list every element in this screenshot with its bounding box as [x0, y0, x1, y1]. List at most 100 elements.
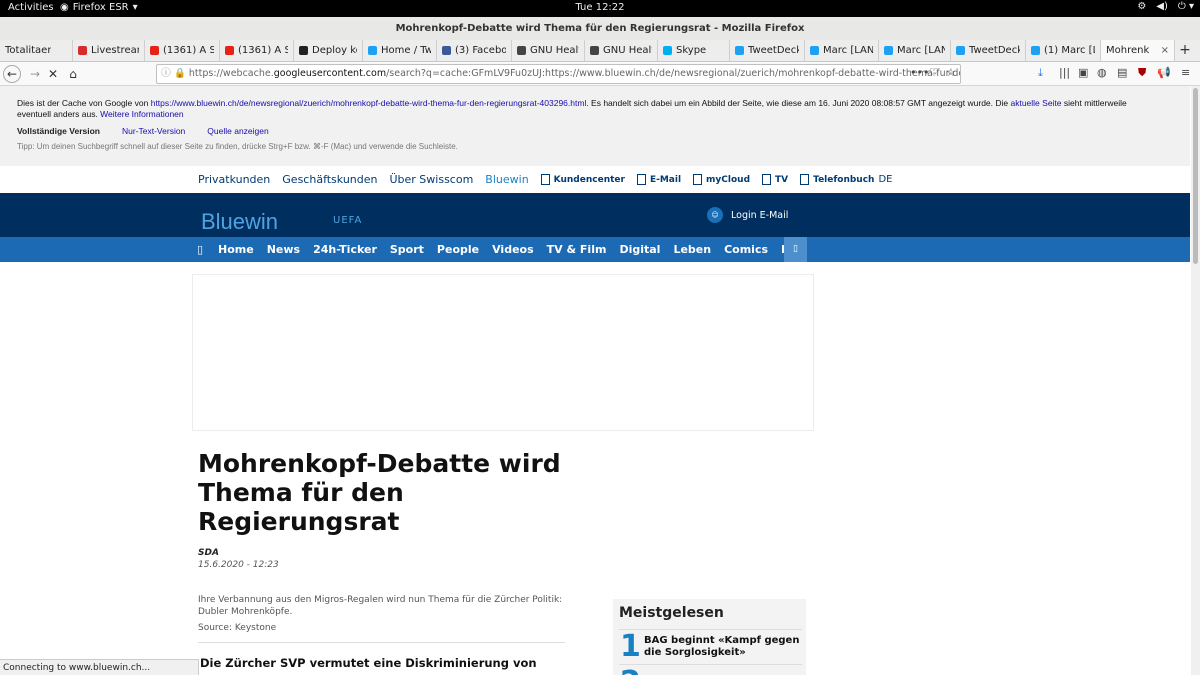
link-email[interactable]: E-Mail [636, 174, 682, 185]
new-tab-button[interactable]: + [1175, 40, 1195, 61]
nav-people[interactable]: People [437, 243, 479, 256]
broken-image-icon [636, 174, 646, 185]
browser-tab[interactable]: Totalitaer [0, 40, 73, 61]
most-read-text: BAG beginnt «Kampf gegen die Sorglosigke… [644, 635, 800, 658]
skype-icon [663, 46, 672, 55]
nav-sport[interactable]: Sport [390, 243, 424, 256]
link-telefonbuch[interactable]: Telefonbuch DE [800, 174, 893, 185]
browser-tab[interactable]: Marc [LAN [879, 40, 951, 61]
link-ueber-swisscom[interactable]: Über Swisscom [389, 173, 473, 186]
bookmark-star-icon[interactable]: ☆ [946, 66, 956, 79]
link-mycloud[interactable]: myCloud [693, 174, 750, 185]
most-read-rank: 1 [620, 629, 641, 664]
link-tv[interactable]: TV [762, 174, 788, 185]
scrollbar-thumb[interactable] [1193, 88, 1198, 264]
download-icon[interactable]: ⤓ [1038, 66, 1043, 80]
current-page-link[interactable]: aktuelle Seite [1010, 98, 1061, 108]
nav-home[interactable]: Home [218, 243, 254, 256]
browser-tab[interactable]: (1) Marc [LA [1026, 40, 1101, 61]
scrollbar[interactable] [1191, 86, 1200, 675]
tab-label: TweetDeck [969, 45, 1020, 56]
ublock-icon[interactable]: ⛊ [1138, 66, 1146, 80]
home-icon[interactable]: ⌂ [64, 65, 82, 83]
extension-icon[interactable]: ▤ [1117, 66, 1127, 79]
cache-notice: Dies ist der Cache von Google von https:… [17, 98, 1157, 120]
ad-placeholder [192, 274, 814, 431]
cached-url-link[interactable]: https://www.bluewin.ch/de/newsregional/z… [151, 98, 587, 108]
tab-label: Skype [676, 45, 707, 56]
nav-leben[interactable]: Leben [673, 243, 711, 256]
browser-tab[interactable]: TweetDeck [951, 40, 1026, 61]
login-email-button[interactable]: ☺ Login E-Mail [707, 207, 788, 223]
browser-tab[interactable]: Home / Twi [363, 40, 437, 61]
browser-tab[interactable]: Skype [658, 40, 730, 61]
browser-tab[interactable]: (1361) A Sta [220, 40, 294, 61]
bluewin-logo[interactable]: Bluewin [201, 209, 278, 237]
browser-tab[interactable]: (1361) A Sta [145, 40, 220, 61]
tab-label: Marc [LAN [897, 45, 945, 56]
tab-label: GNU Healt [603, 45, 652, 56]
url-bar[interactable]: ⓘ 🔒 https://webcache.googleusercontent.co… [156, 64, 961, 84]
sidebar-icon[interactable]: ▣ [1078, 66, 1088, 79]
nav-digital[interactable]: Digital [619, 243, 660, 256]
nav-news[interactable]: News [267, 243, 300, 256]
browser-tab[interactable]: GNU Healt [512, 40, 585, 61]
browser-tab[interactable]: (3) Faceboo [437, 40, 512, 61]
brand-subnav[interactable]: UEFA [333, 215, 362, 231]
window-title: Mohrenkopf-Debatte wird Thema für den Re… [0, 17, 1200, 41]
library-icon[interactable]: ||| [1059, 66, 1070, 79]
tweetdeck-icon [735, 46, 744, 55]
stop-button[interactable]: ✕ [44, 65, 62, 83]
nav-videos[interactable]: Videos [492, 243, 534, 256]
link-privatkunden[interactable]: Privatkunden [198, 173, 270, 186]
close-tab-icon[interactable]: × [1161, 45, 1169, 56]
link-bluewin[interactable]: Bluewin [485, 173, 528, 186]
system-tray[interactable]: ⚙ ◀) ⏻ ▾ [1137, 1, 1194, 12]
link-kundencenter[interactable]: Kundencenter [540, 174, 625, 185]
login-label: Login E-Mail [731, 209, 789, 221]
browser-tab[interactable]: Mohrenk × [1101, 40, 1175, 61]
search-icon[interactable]: ▯ [784, 237, 807, 262]
info-icon[interactable]: ⓘ [161, 65, 171, 83]
clock[interactable]: Tue 12:22 [0, 2, 1200, 13]
url-path: /search?q=cache:GFmLV9Fu0zUJ:https://www… [386, 68, 961, 79]
link-geschaeftskunden[interactable]: Geschäftskunden [282, 173, 377, 186]
back-button[interactable]: ← [3, 65, 21, 83]
article-lead: Die Zürcher SVP vermutet eine Diskrimini… [200, 656, 537, 670]
nav-tv-film[interactable]: TV & Film [547, 243, 607, 256]
pocket-icon[interactable]: ♡ [929, 66, 939, 79]
nav-comics[interactable]: Comics [724, 243, 768, 256]
twitter-icon [1031, 46, 1040, 55]
twitter-icon [884, 46, 893, 55]
browser-tab[interactable]: Livestream [73, 40, 145, 61]
menu-icon[interactable]: ▯ [195, 243, 205, 256]
most-read-item[interactable]: 1 BAG beginnt «Kampf gegen die Sorglosig… [619, 629, 802, 665]
broken-image-icon [800, 174, 810, 185]
service-nav: Privatkunden Geschäftskunden Über Swissc… [198, 173, 893, 186]
broken-image-icon [540, 174, 550, 185]
browser-tab[interactable]: Marc [LAN [805, 40, 879, 61]
text-only-link[interactable]: Nur-Text-Version [122, 126, 185, 136]
hamburger-menu-icon[interactable]: ≡ [1181, 66, 1190, 79]
forward-button[interactable]: → [26, 65, 44, 83]
megaphone-icon[interactable]: 📢 [1157, 66, 1171, 79]
browser-tab[interactable]: TweetDeck [730, 40, 805, 61]
email-label: E-Mail [649, 174, 682, 185]
cache-version-links: Vollständige Version Nur-Text-Version Qu… [17, 126, 269, 136]
twitter-icon [368, 46, 377, 55]
show-source-link[interactable]: Quelle anzeigen [207, 126, 268, 136]
page-actions-icon[interactable]: ••• [910, 66, 929, 79]
divider [198, 642, 565, 643]
cache-tip: Tipp: Um deinen Suchbegriff schnell auf … [17, 142, 458, 151]
tab-label: Mohrenk [1106, 45, 1150, 56]
broken-image-icon [693, 174, 703, 185]
user-icon: ☺ [707, 207, 723, 223]
nav-24h-ticker[interactable]: 24h-Ticker [313, 243, 377, 256]
language-switch[interactable]: DE [878, 174, 892, 185]
more-info-link[interactable]: Weitere Informationen [100, 109, 183, 119]
browser-tab[interactable]: Deploy keys [294, 40, 363, 61]
browser-tab[interactable]: GNU Healt [585, 40, 658, 61]
account-icon[interactable]: ◍ [1097, 66, 1107, 79]
volume-icon: ◀) [1156, 1, 1168, 12]
tab-label: (1) Marc [LA [1044, 45, 1095, 56]
